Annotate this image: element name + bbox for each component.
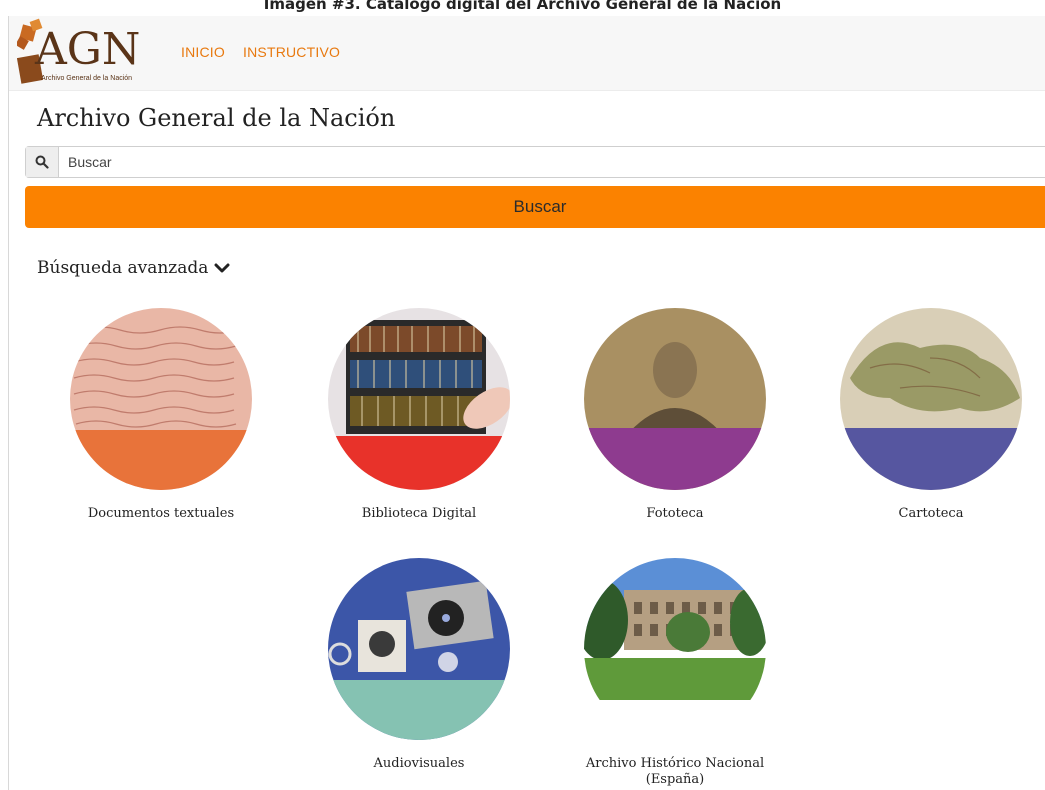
figure-caption: Imagen #3. Catálogo digital del Archivo … <box>263 0 782 13</box>
search-bar <box>25 146 1045 178</box>
logo-subtitle: Archivo General de la Nación <box>41 75 132 82</box>
nav-instructivo-link[interactable]: INSTRUCTIVO <box>243 44 340 60</box>
documents-image <box>70 308 252 490</box>
audiovisual-image <box>328 558 510 740</box>
browser-page: AGN Archivo General de la Nación INICIO … <box>8 16 1045 790</box>
agn-logo[interactable]: AGN Archivo General de la Nación <box>15 18 159 88</box>
collection-label: Documentos textuales <box>87 506 235 521</box>
nav-inicio-link[interactable]: INICIO <box>181 44 225 60</box>
building-image <box>584 558 766 740</box>
page-title: Archivo General de la Nación <box>37 104 396 132</box>
search-button[interactable]: Buscar <box>25 186 1045 228</box>
collection-label: Audiovisuales <box>373 756 465 771</box>
collection-audiovisuales[interactable]: Audiovisuales <box>299 558 539 772</box>
collection-label: Fototeca <box>646 506 704 521</box>
collection-cartoteca[interactable]: Cartoteca <box>811 308 1045 522</box>
photo-archive-image <box>584 308 766 490</box>
logo-text: AGN <box>34 24 140 75</box>
collection-label: Cartoteca <box>898 506 964 521</box>
collection-documentos-textuales[interactable]: Documentos textuales <box>41 308 281 522</box>
collection-fototeca[interactable]: Fototeca <box>555 308 795 522</box>
advanced-search-toggle[interactable]: Búsqueda avanzada <box>37 258 230 278</box>
chevron-down-icon <box>214 263 230 273</box>
agn-logo-icon: AGN Archivo General de la Nación <box>15 18 140 84</box>
library-image <box>328 308 510 490</box>
collection-label: Biblioteca Digital <box>361 506 477 521</box>
collection-biblioteca-digital[interactable]: Biblioteca Digital <box>299 308 539 522</box>
collection-archivo-historico-nacional[interactable]: Archivo Histórico Nacional (España) <box>555 558 795 788</box>
collection-label: Archivo Histórico Nacional (España) <box>585 756 765 787</box>
map-archive-image <box>840 308 1022 490</box>
search-input[interactable] <box>68 147 1028 177</box>
advanced-search-label: Búsqueda avanzada <box>37 258 209 278</box>
top-navbar: AGN Archivo General de la Nación INICIO … <box>9 16 1045 91</box>
search-icon <box>26 147 59 177</box>
